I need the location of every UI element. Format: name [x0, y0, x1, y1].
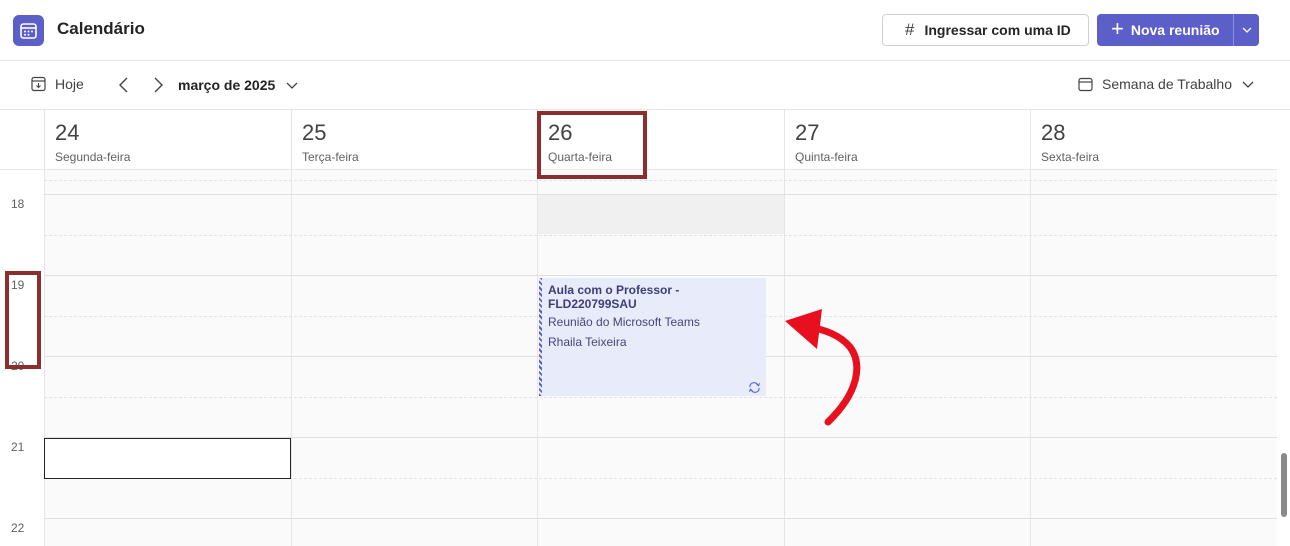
half-hour-line [44, 397, 1277, 398]
join-with-id-label: Ingressar com uma ID [924, 22, 1071, 38]
highlight-box-hour [5, 271, 41, 369]
calendar-event[interactable]: Aula com o Professor - FLD220799SAU Reun… [539, 278, 766, 396]
event-status-stripe [539, 278, 542, 396]
day-number: 24 [55, 120, 80, 145]
day-name: Segunda-feira [55, 150, 131, 164]
hour-label: 21 [11, 440, 25, 454]
new-meeting-button[interactable]: + Nova reunião [1097, 14, 1259, 46]
hour-line [44, 518, 1277, 519]
app-header: Calendário # Ingressar com uma ID + Nova… [0, 0, 1290, 61]
hour-label: 18 [11, 197, 25, 211]
day-number: 28 [1041, 120, 1066, 145]
view-selector[interactable]: Semana de Trabalho [1078, 76, 1254, 92]
day-name: Sexta-feira [1041, 150, 1100, 164]
day-name: Quinta-feira [795, 150, 858, 164]
column-divider [1030, 170, 1031, 546]
half-hour-line [44, 180, 1277, 181]
hour-line [44, 194, 1277, 195]
day-name: Terça-feira [302, 150, 359, 164]
event-subtitle: Reunião do Microsoft Teams [548, 315, 700, 329]
today-button[interactable]: Hoje [31, 76, 84, 92]
new-meeting-dropdown[interactable] [1234, 27, 1259, 33]
today-label: Hoje [55, 76, 84, 92]
chevron-right-icon[interactable] [150, 76, 166, 94]
half-hour-line [44, 235, 1277, 236]
new-meeting-label: Nova reunião [1130, 22, 1220, 38]
busy-slot [538, 194, 784, 234]
hour-line [44, 275, 1277, 276]
column-divider [537, 170, 538, 546]
event-title: Aula com o Professor - FLD220799SAU [548, 283, 680, 311]
day-header[interactable]: 27 Quinta-feira [784, 110, 1031, 170]
day-header[interactable]: 24 Segunda-feira [44, 110, 291, 170]
day-number: 27 [795, 120, 820, 145]
hour-label: 22 [11, 521, 25, 535]
calendar-view-icon [1078, 77, 1093, 91]
chevron-down-icon [1242, 81, 1254, 88]
scrollbar-thumb[interactable] [1281, 453, 1287, 517]
calendar-grid[interactable]: 18 19 20 21 22 Aula com o Professor - FL… [0, 170, 1277, 546]
calendar-today-icon [31, 76, 46, 92]
recurring-icon [748, 382, 761, 393]
chevron-down-icon [1242, 27, 1251, 33]
event-organizer: Rhaila Teixeira [548, 335, 627, 349]
new-meeting-main[interactable]: + Nova reunião [1097, 14, 1233, 46]
day-header[interactable]: 28 Sexta-feira [1030, 110, 1277, 170]
day-number: 25 [302, 120, 327, 145]
plus-icon: + [1111, 16, 1124, 41]
calendar-toolbar: Hoje março de 2025 Semana de Trabalho [0, 61, 1290, 110]
chevron-down-icon [286, 82, 298, 89]
page-title: Calendário [57, 19, 145, 38]
selected-time-slot[interactable] [44, 438, 291, 479]
annotation-arrow-icon [785, 309, 861, 426]
view-label: Semana de Trabalho [1102, 76, 1232, 92]
hash-icon: # [905, 20, 915, 39]
chevron-left-icon[interactable] [116, 76, 132, 94]
day-header[interactable]: 25 Terça-feira [291, 110, 538, 170]
join-with-id-button[interactable]: # Ingressar com uma ID [882, 14, 1089, 46]
highlight-box-day [537, 111, 647, 179]
column-divider [291, 170, 292, 546]
calendar-icon[interactable] [13, 15, 44, 46]
month-picker[interactable]: março de 2025 [178, 77, 298, 93]
column-divider [44, 170, 45, 546]
month-label: março de 2025 [178, 77, 276, 93]
